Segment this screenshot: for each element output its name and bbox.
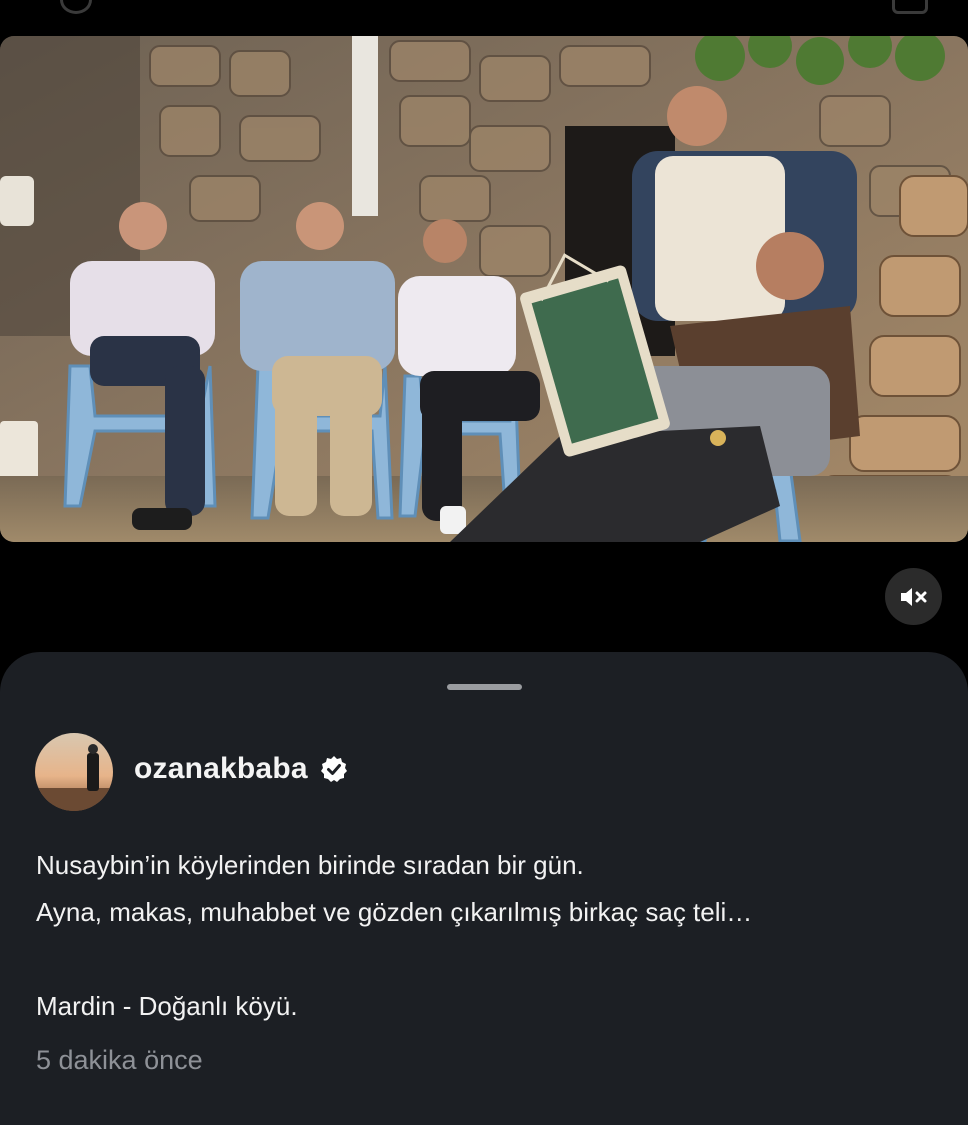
- mute-button[interactable]: [885, 568, 942, 625]
- post-video[interactable]: [0, 36, 968, 542]
- camera-icon[interactable]: [892, 0, 928, 14]
- post-info-sheet: ozanakbaba Nusaybin’in köylerinden birin…: [0, 652, 968, 1125]
- caption-line: Nusaybin’in köylerinden birinde sıradan …: [36, 850, 584, 880]
- back-icon[interactable]: [60, 0, 92, 14]
- caption-line: Ayna, makas, muhabbet ve gözden çıkarılm…: [36, 897, 753, 927]
- avatar[interactable]: [35, 733, 113, 811]
- sheet-drag-handle[interactable]: [447, 684, 522, 690]
- username[interactable]: ozanakbaba: [134, 752, 308, 786]
- video-frame-illustration: [0, 36, 968, 542]
- post-caption: Nusaybin’in köylerinden birinde sıradan …: [36, 842, 936, 1030]
- avatar-image: [35, 733, 113, 811]
- verified-badge-icon: [320, 756, 347, 782]
- mute-icon: [900, 587, 926, 606]
- caption-line: Mardin - Doğanlı köyü.: [36, 991, 298, 1021]
- post-timestamp: 5 dakika önce: [36, 1045, 203, 1075]
- top-bar: [0, 0, 968, 36]
